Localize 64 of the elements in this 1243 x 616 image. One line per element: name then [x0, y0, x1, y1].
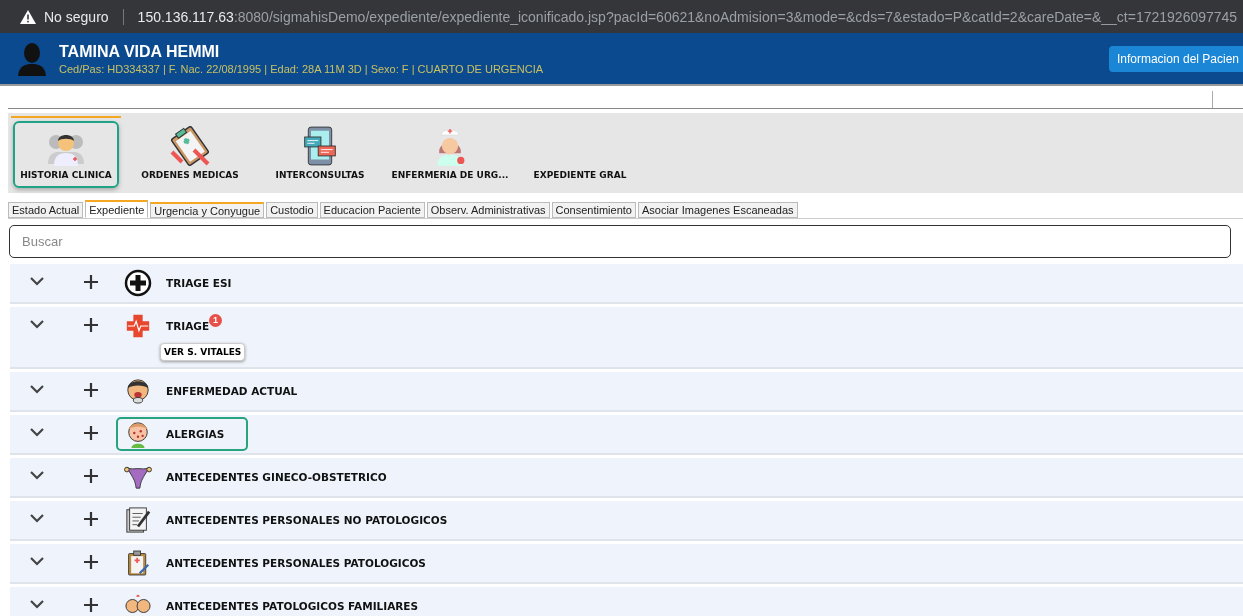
- chevron-down-icon[interactable]: [30, 514, 44, 523]
- section-header[interactable]: ANTECEDENTES PERSONALES PATOLOGICOS: [116, 546, 450, 580]
- address-bar[interactable]: No seguro 150.136.117.63:8080/sigmahisDemo/expediente/expediente_iconificado.jsp?pacId=60621&noAdmision=3&mode=&cds=7&estado=P&catId=2&careDate=&__ct=1721926097745: [0, 0, 1243, 33]
- search-field[interactable]: Buscar: [9, 225, 1231, 258]
- module-tile[interactable]: EXPEDIENTE GRAL: [521, 121, 639, 188]
- section-title: ENFERMEDAD ACTUAL: [166, 385, 298, 397]
- patient-info-button[interactable]: Informacion del Pacien: [1108, 45, 1243, 72]
- tab[interactable]: Expediente: [85, 200, 149, 218]
- couple-icon: [124, 593, 152, 616]
- count-badge: 1: [209, 313, 223, 327]
- section-title: ANTECEDENTES GINECO-OBSTETRICO: [166, 471, 387, 483]
- section-title: TRIAGE: [166, 320, 210, 332]
- section-header[interactable]: ANTECEDENTES PERSONALES NO PATOLOGICOS: [116, 503, 472, 537]
- chevron-down-icon[interactable]: [30, 600, 44, 609]
- circle-plus-icon: [124, 269, 152, 297]
- vital-signs-button[interactable]: VER S. VITALES: [160, 343, 246, 361]
- module-tile[interactable]: INTERCONSULTAS: [261, 121, 379, 188]
- section-header[interactable]: TRIAGE 1: [116, 309, 247, 343]
- sick-face-icon: [125, 377, 151, 405]
- section-title: TRIAGE ESI: [166, 277, 232, 289]
- plus-icon[interactable]: [84, 318, 98, 332]
- patient-details: Ced/Pas: HD334337 | F. Nac. 22/08/1995 | Edad: 28A 11M 3D | Sexo: F | CUARTO DE URGENCIA: [59, 62, 545, 75]
- uterus-icon: [124, 464, 152, 490]
- section-title: ANTECEDENTES PERSONALES PATOLOGICOS: [166, 557, 426, 569]
- plus-icon[interactable]: [84, 275, 98, 289]
- chevron-down-icon[interactable]: [30, 471, 44, 480]
- plus-icon[interactable]: [84, 555, 98, 569]
- chevron-down-icon[interactable]: [30, 320, 44, 329]
- security-label: No seguro: [44, 8, 109, 25]
- person-silhouette-icon: [17, 41, 47, 76]
- tab[interactable]: Consentimiento: [551, 202, 636, 218]
- plus-icon[interactable]: [84, 512, 98, 526]
- plus-icon[interactable]: [84, 598, 98, 612]
- tab[interactable]: Urgencia y Conyugue: [150, 202, 265, 218]
- chevron-down-icon[interactable]: [30, 557, 44, 566]
- module-tile[interactable]: ENFERMERIA DE URG...: [391, 121, 509, 188]
- section-title: ANTECEDENTES PERSONALES NO PATOLOGICOS: [166, 514, 448, 526]
- patient-name: TAMINA VIDA HEMMI: [59, 42, 221, 61]
- tab[interactable]: Custodio: [266, 202, 318, 218]
- medical-cross-icon: [125, 313, 151, 339]
- warning-icon: [20, 9, 36, 24]
- section-header[interactable]: ALERGIAS: [116, 417, 249, 451]
- document-pen-icon: [125, 506, 151, 534]
- url-text: 150.136.117.63:8080/sigmahisDemo/expediente/expediente_iconificado.jsp?pacId=60621&noAdmision=3&mode=&cds=7&estado=P&catId=2&careDate=&__ct=1721926097745: [137, 8, 1238, 25]
- clipboard-icon: [126, 549, 150, 577]
- chevron-down-icon[interactable]: [30, 428, 44, 437]
- section-title: ANTECEDENTES PATOLOGICOS FAMILIARES: [166, 600, 419, 612]
- section-header[interactable]: ANTECEDENTES GINECO-OBSTETRICO: [116, 460, 411, 494]
- chevron-down-icon[interactable]: [30, 385, 44, 394]
- plus-icon[interactable]: [84, 426, 98, 440]
- phone-chat-icon: [302, 126, 338, 166]
- tab[interactable]: Educacion Paciente: [319, 202, 425, 218]
- section-header[interactable]: ENFERMEDAD ACTUAL: [116, 374, 322, 408]
- rash-face-icon: [125, 420, 151, 448]
- chevron-down-icon[interactable]: [30, 277, 44, 286]
- module-tile[interactable]: ORDENES MEDICAS: [131, 121, 249, 188]
- tab[interactable]: Estado Actual: [8, 202, 84, 218]
- plus-icon[interactable]: [84, 469, 98, 483]
- section-header[interactable]: TRIAGE ESI: [116, 266, 256, 300]
- plus-icon[interactable]: [84, 383, 98, 397]
- tab[interactable]: Asociar Imagenes Escaneadas: [637, 202, 798, 218]
- section-header[interactable]: ANTECEDENTES PATOLOGICOS FAMILIARES: [116, 589, 443, 616]
- tab[interactable]: Observ. Administrativas: [426, 202, 550, 218]
- section-title: ALERGIAS: [166, 428, 225, 440]
